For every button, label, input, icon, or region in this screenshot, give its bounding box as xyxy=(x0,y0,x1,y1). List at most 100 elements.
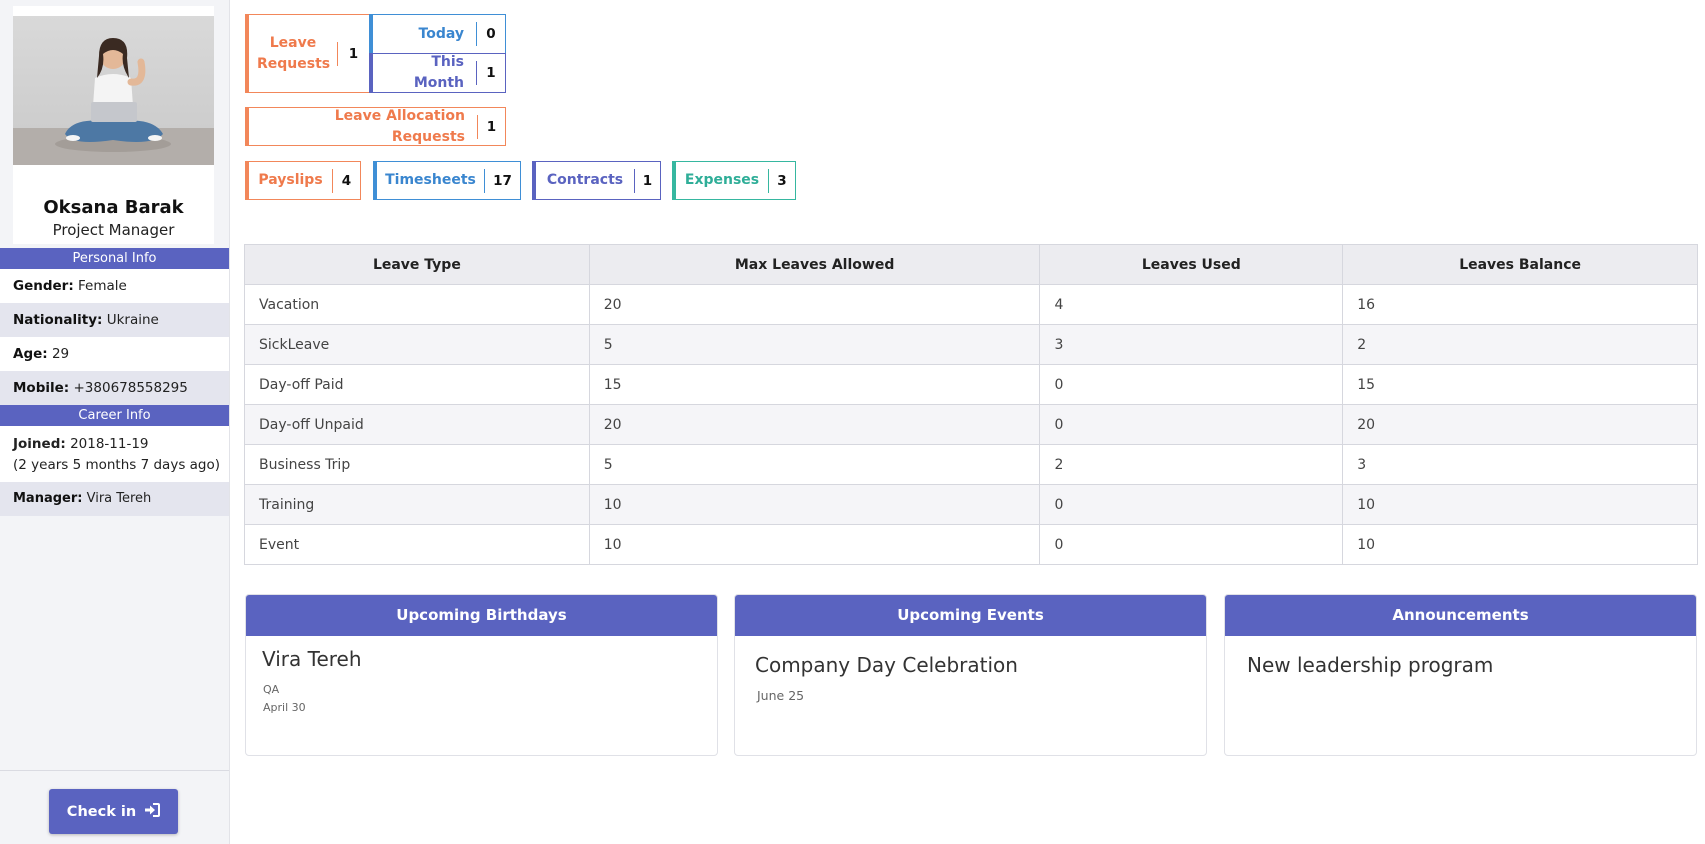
column-header: Leave Type xyxy=(244,244,590,285)
table-cell: 15 xyxy=(588,364,1041,405)
expenses-count: 3 xyxy=(777,172,787,189)
timesheets-stat[interactable]: Timesheets 17 xyxy=(373,161,521,200)
age-value: 29 xyxy=(51,346,70,362)
table-cell: 3 xyxy=(1039,324,1344,365)
table-cell: Training xyxy=(244,484,590,525)
leave-requests-stat[interactable]: Leave Requests 1 xyxy=(245,14,370,93)
birthday-person-name: Vira Tereh xyxy=(262,647,362,671)
gender-value: Female xyxy=(78,278,127,294)
announcements-card: Announcements New leadership program xyxy=(1224,594,1697,756)
joined-value: 2018-11-19 xyxy=(70,436,149,452)
table-cell: 10 xyxy=(588,484,1041,525)
profile-sidebar: Oksana Barak Project Manager Personal In… xyxy=(0,0,230,844)
table-cell: 0 xyxy=(1039,524,1344,565)
table-cell: Business Trip xyxy=(244,444,590,485)
expenses-stat[interactable]: Expenses 3 xyxy=(672,161,796,200)
today-count: 0 xyxy=(486,26,496,42)
table-cell: 10 xyxy=(1342,484,1698,525)
table-cell: 20 xyxy=(588,284,1041,325)
table-cell: 0 xyxy=(1039,484,1344,525)
table-row: Vacation 20 4 16 xyxy=(244,284,1698,325)
table-header-row: Leave Type Max Leaves Allowed Leaves Use… xyxy=(244,244,1698,285)
table-cell: 20 xyxy=(1342,404,1698,445)
table-cell: 0 xyxy=(1039,364,1344,405)
contracts-label: Contracts xyxy=(546,172,624,188)
table-row: SickLeave 5 3 2 xyxy=(244,324,1698,365)
timesheets-label: Timesheets xyxy=(385,172,476,188)
manager-label: Manager: xyxy=(13,491,83,506)
events-heading: Upcoming Events xyxy=(735,595,1206,636)
table-cell: 16 xyxy=(1342,284,1698,325)
nationality-value: Ukraine xyxy=(106,312,159,328)
birthday-person-dept: QA xyxy=(263,683,280,696)
employee-role: Project Manager xyxy=(52,221,175,239)
gender-row: Gender: Female xyxy=(0,269,229,303)
nationality-label: Nationality: xyxy=(13,312,103,328)
table-row: Business Trip 5 2 3 xyxy=(244,444,1698,485)
personal-info-heading: Personal Info xyxy=(0,248,229,269)
this-month-label: This Month xyxy=(413,54,464,91)
table-cell: 15 xyxy=(1342,364,1698,405)
column-header: Leaves Balance xyxy=(1342,244,1698,285)
table-cell: Day-off Unpaid xyxy=(244,404,590,445)
manager-row: Manager: Vira Tereh xyxy=(0,482,229,516)
table-cell: SickLeave xyxy=(244,324,590,365)
payslips-label: Payslips xyxy=(258,172,323,188)
payslips-count: 4 xyxy=(341,172,352,189)
expenses-label: Expenses xyxy=(684,172,760,188)
announcement-title: New leadership program xyxy=(1247,653,1494,677)
table-cell: 2 xyxy=(1342,324,1698,365)
table-cell: 10 xyxy=(588,524,1041,565)
table-row: Training 10 0 10 xyxy=(244,484,1698,525)
manager-value: Vira Tereh xyxy=(86,491,152,506)
nationality-row: Nationality: Ukraine xyxy=(0,303,229,337)
table-cell: 20 xyxy=(588,404,1041,445)
table-cell: Day-off Paid xyxy=(244,364,590,405)
table-cell: Vacation xyxy=(244,284,590,325)
leave-requests-label: Leave Requests xyxy=(257,34,331,72)
table-row: Day-off Unpaid 20 0 20 xyxy=(244,404,1698,445)
age-row: Age: 29 xyxy=(0,337,229,371)
event-title: Company Day Celebration xyxy=(755,653,1018,677)
upcoming-events-card: Upcoming Events Company Day Celebration … xyxy=(734,594,1207,756)
column-header: Max Leaves Allowed xyxy=(588,244,1041,285)
column-header: Leaves Used xyxy=(1039,244,1344,285)
upcoming-birthdays-card: Upcoming Birthdays Vira Tereh QA April 3… xyxy=(245,594,718,756)
allocation-requests-label: Leave Allocation Requests xyxy=(334,107,465,145)
this-month-stat[interactable]: This Month 1 xyxy=(369,53,506,93)
check-in-label: Check in xyxy=(66,803,137,820)
table-cell: 5 xyxy=(588,444,1041,485)
table-cell: 2 xyxy=(1039,444,1344,485)
table-cell: 0 xyxy=(1039,404,1344,445)
employee-name: Oksana Barak xyxy=(43,197,184,218)
profile-card: Oksana Barak Project Manager xyxy=(13,6,214,244)
sidebar-footer: Check in xyxy=(0,770,229,844)
allocation-requests-count: 1 xyxy=(486,118,497,135)
table-cell: Event xyxy=(244,524,590,565)
leave-requests-count: 1 xyxy=(348,45,359,62)
joined-ago: (2 years 5 months 7 days ago) xyxy=(13,457,221,473)
mobile-row: Mobile: +380678558295 xyxy=(0,371,229,405)
table-row: Day-off Paid 15 0 15 xyxy=(244,364,1698,405)
table-cell: 4 xyxy=(1039,284,1344,325)
contracts-stat[interactable]: Contracts 1 xyxy=(532,161,661,200)
table-cell: 3 xyxy=(1342,444,1698,485)
event-date: June 25 xyxy=(757,688,805,703)
contracts-count: 1 xyxy=(642,172,653,189)
age-label: Age: xyxy=(13,346,48,362)
allocation-requests-stat[interactable]: Leave Allocation Requests 1 xyxy=(245,107,506,146)
sign-in-icon xyxy=(144,802,161,821)
profile-photo xyxy=(13,16,214,165)
mobile-value: +380678558295 xyxy=(73,380,188,396)
announcements-heading: Announcements xyxy=(1225,595,1696,636)
mobile-label: Mobile: xyxy=(13,380,70,396)
check-in-button[interactable]: Check in xyxy=(49,789,178,834)
birthday-date: April 30 xyxy=(263,701,306,714)
today-stat[interactable]: Today 0 xyxy=(369,14,506,54)
table-cell: 5 xyxy=(588,324,1041,365)
table-row: Event 10 0 10 xyxy=(244,524,1698,565)
leave-balance-table: Leave Type Max Leaves Allowed Leaves Use… xyxy=(244,244,1698,565)
payslips-stat[interactable]: Payslips 4 xyxy=(245,161,361,200)
gender-label: Gender: xyxy=(13,278,74,294)
joined-label: Joined: xyxy=(13,436,66,452)
